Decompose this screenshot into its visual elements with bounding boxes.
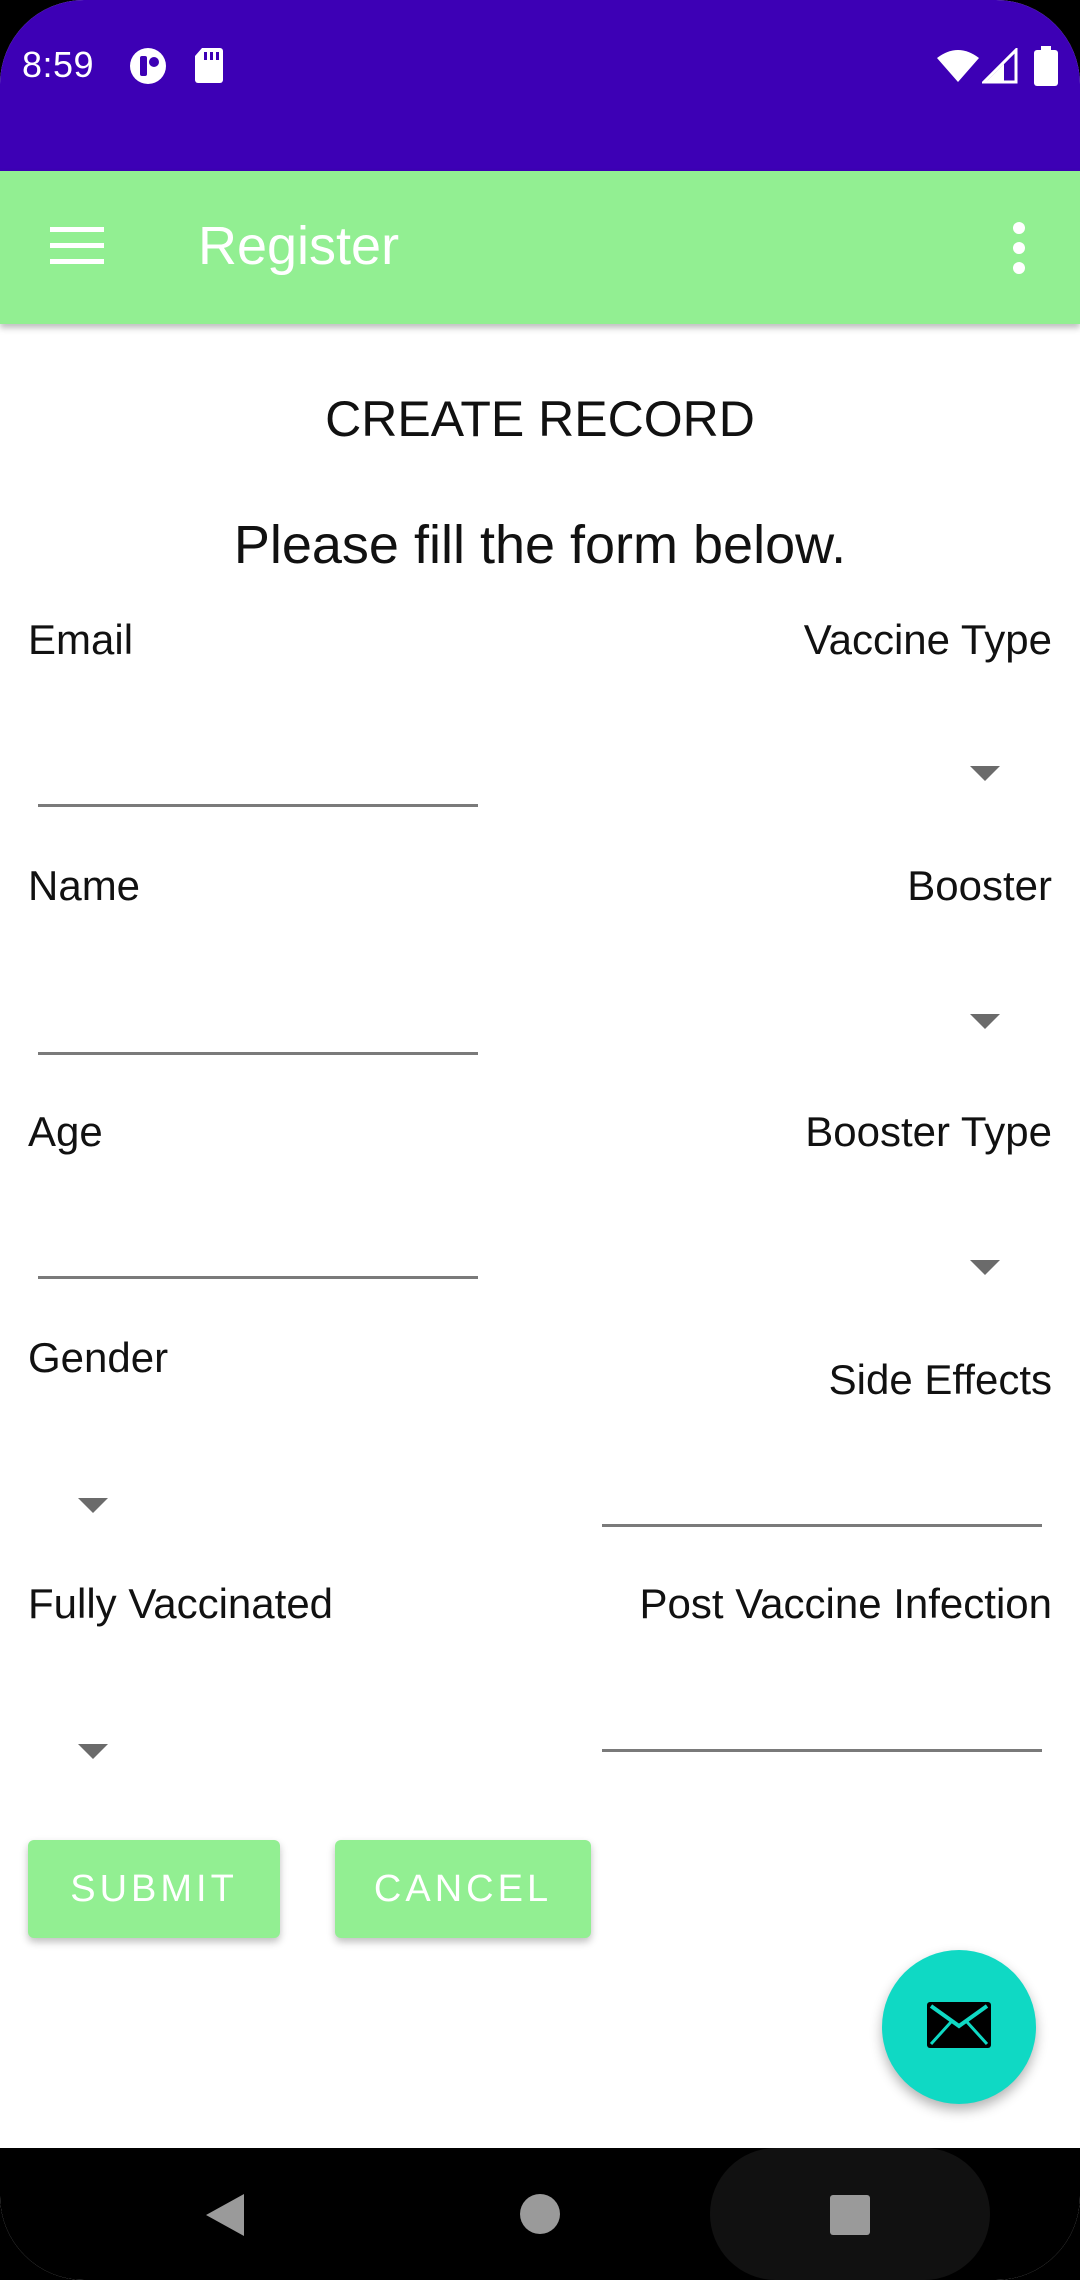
side-effects-label: Side Effects — [828, 1356, 1052, 1403]
dropdown-arrow-icon — [970, 1014, 1000, 1029]
booster-type-dropdown[interactable] — [940, 1238, 1030, 1298]
status-time: 8:59 — [22, 44, 95, 85]
age-field[interactable] — [38, 1276, 478, 1279]
more-vert-icon[interactable] — [1004, 221, 1034, 275]
wifi-icon — [936, 48, 980, 89]
form-content: CREATE RECORD Please fill the form below… — [0, 324, 1080, 2148]
email-field[interactable] — [38, 804, 478, 807]
gender-dropdown[interactable] — [48, 1476, 138, 1536]
side-effects-field[interactable] — [602, 1524, 1042, 1527]
email-icon — [925, 2000, 993, 2055]
back-icon[interactable] — [204, 2192, 246, 2243]
status-bar: 8:59 — [0, 0, 1080, 171]
cancel-button[interactable]: CANCEL — [335, 1840, 591, 1938]
gender-label: Gender — [28, 1334, 169, 1381]
form-subheading: Please fill the form below. — [233, 515, 847, 575]
booster-dropdown[interactable] — [940, 992, 1030, 1052]
app-title: Register — [198, 216, 400, 276]
recents-icon[interactable] — [829, 2194, 871, 2241]
hamburger-menu-icon[interactable] — [50, 225, 104, 267]
booster-label: Booster — [907, 862, 1052, 909]
home-icon[interactable] — [519, 2193, 561, 2240]
vaccine-type-label: Vaccine Type — [803, 616, 1052, 663]
sd-card-icon — [194, 46, 224, 89]
fully-vaccinated-dropdown[interactable] — [48, 1722, 138, 1782]
name-label: Name — [28, 862, 141, 909]
email-fab-button[interactable] — [882, 1950, 1036, 2104]
fully-vaccinated-label: Fully Vaccinated — [28, 1580, 334, 1627]
form-heading: CREATE RECORD — [325, 391, 755, 447]
battery-icon — [1034, 46, 1058, 91]
dropdown-arrow-icon — [78, 1744, 108, 1759]
post-vaccine-infection-field[interactable] — [602, 1749, 1042, 1752]
dropdown-arrow-icon — [970, 1260, 1000, 1275]
vaccine-type-dropdown[interactable] — [940, 744, 1030, 804]
navigation-bar — [0, 2148, 1080, 2280]
app-bar: Register — [0, 171, 1080, 324]
device-screen: 8:59 Register CREATE RECORD Please fill … — [0, 0, 1080, 2280]
booster-type-label: Booster Type — [805, 1108, 1052, 1155]
dropdown-arrow-icon — [78, 1498, 108, 1513]
name-field[interactable] — [38, 1052, 478, 1055]
email-label: Email — [28, 616, 134, 663]
post-vaccine-infection-label: Post Vaccine Infection — [639, 1580, 1052, 1627]
signal-icon — [980, 46, 1018, 89]
age-label: Age — [28, 1108, 103, 1155]
submit-button[interactable]: SUBMIT — [28, 1840, 280, 1938]
dropdown-arrow-icon — [970, 766, 1000, 781]
record-icon — [128, 46, 168, 91]
